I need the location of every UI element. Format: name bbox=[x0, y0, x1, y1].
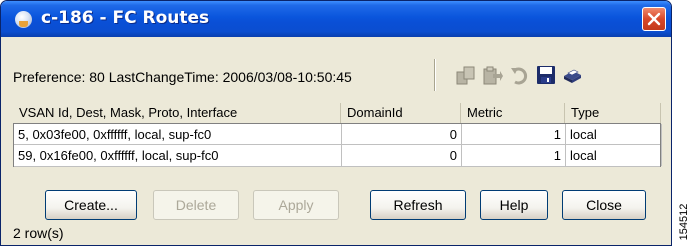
copy-rows-icon[interactable] bbox=[455, 64, 477, 86]
column-header-type[interactable]: Type bbox=[565, 103, 661, 123]
save-icon[interactable] bbox=[535, 64, 557, 86]
type-cell[interactable]: local bbox=[566, 124, 662, 145]
metric-cell[interactable]: 1 bbox=[462, 124, 566, 145]
table-row[interactable]: 5, 0x03fe00, 0xffffff, local, sup-fc0 0 … bbox=[14, 123, 662, 145]
column-header-route[interactable]: VSAN Id, Dest, Mask, Proto, Interface bbox=[13, 103, 341, 123]
delete-button[interactable]: Delete bbox=[153, 190, 239, 220]
window-close-button[interactable] bbox=[642, 7, 666, 31]
table-header: VSAN Id, Dest, Mask, Proto, Interface Do… bbox=[13, 103, 661, 123]
refresh-button[interactable]: Refresh bbox=[370, 190, 466, 220]
column-header-domain-id[interactable]: DomainId bbox=[341, 103, 461, 123]
close-button[interactable]: Close bbox=[562, 190, 646, 220]
metric-cell[interactable]: 1 bbox=[462, 145, 566, 166]
table-row[interactable]: 59, 0x16fe00, 0xffffff, local, sup-fc0 0… bbox=[14, 145, 662, 167]
preference-info: Preference: 80 LastChangeTime: 2006/03/0… bbox=[13, 69, 352, 85]
route-cell[interactable]: 59, 0x16fe00, 0xffffff, local, sup-fc0 bbox=[14, 145, 342, 166]
apply-button[interactable]: Apply bbox=[253, 190, 339, 220]
paste-rows-icon[interactable] bbox=[481, 64, 503, 86]
type-cell[interactable]: local bbox=[566, 145, 662, 166]
figure-id-label: 154512 bbox=[678, 203, 690, 241]
create-button[interactable]: Create... bbox=[45, 190, 137, 220]
routes-table: VSAN Id, Dest, Mask, Proto, Interface Do… bbox=[13, 103, 662, 167]
print-icon[interactable] bbox=[561, 64, 583, 86]
fc-routes-dialog: c-186 - FC Routes Preference: 80 LastCha… bbox=[0, 0, 672, 246]
route-cell[interactable]: 5, 0x03fe00, 0xffffff, local, sup-fc0 bbox=[14, 124, 342, 145]
title-bar[interactable]: c-186 - FC Routes bbox=[1, 1, 671, 37]
toolbar-separator bbox=[434, 59, 436, 91]
window-title: c-186 - FC Routes bbox=[41, 8, 210, 28]
help-button[interactable]: Help bbox=[480, 190, 548, 220]
table-body: 5, 0x03fe00, 0xffffff, local, sup-fc0 0 … bbox=[13, 123, 662, 167]
close-icon bbox=[647, 12, 661, 26]
row-count-status: 2 row(s) bbox=[13, 225, 64, 241]
column-header-metric[interactable]: Metric bbox=[461, 103, 565, 123]
app-icon bbox=[15, 11, 32, 28]
domain-id-cell[interactable]: 0 bbox=[342, 124, 462, 145]
domain-id-cell[interactable]: 0 bbox=[342, 145, 462, 166]
undo-icon[interactable] bbox=[509, 64, 531, 86]
